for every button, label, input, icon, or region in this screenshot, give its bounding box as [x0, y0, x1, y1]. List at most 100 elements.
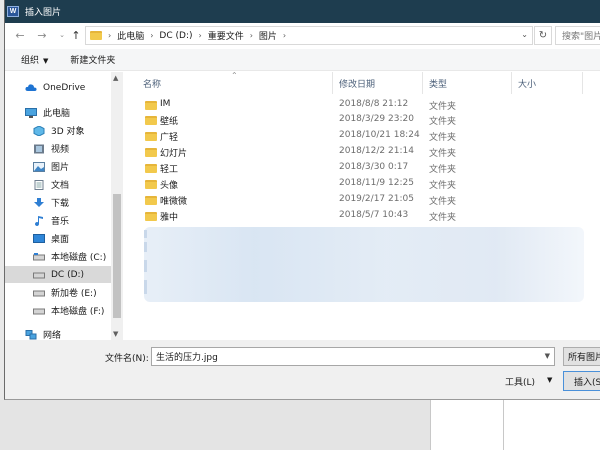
organize-label: 组织 — [21, 56, 40, 66]
nav-item-label: DC (D:) — [51, 269, 85, 280]
insert-button[interactable]: 插入(S) — [563, 371, 600, 391]
file-type: 文件夹 — [429, 117, 457, 127]
folder-icon — [145, 116, 157, 125]
table-row[interactable]: 壁纸 2018/3/29 23:20 文件夹 — [126, 113, 600, 128]
file-date: 2018/3/29 23:20 — [339, 114, 414, 124]
nav-item-label: 此电脑 — [43, 109, 71, 119]
nav-item-this-pc[interactable]: 此电脑 — [5, 104, 111, 121]
background-app-area — [0, 400, 430, 450]
breadcrumb-separator-icon[interactable]: › — [198, 31, 201, 40]
chevron-down-icon[interactable]: ▼ — [545, 352, 550, 360]
nav-item-label: 本地磁盘 (C:) — [51, 253, 107, 263]
breadcrumb-separator-icon[interactable]: › — [283, 31, 286, 40]
nav-item-downloads[interactable]: 下载 — [5, 194, 111, 211]
nav-item-desktop[interactable]: 桌面 — [5, 230, 111, 247]
breadcrumb-pictures[interactable]: 图片 — [259, 29, 277, 42]
navigation-row: ← → ⌄ ↑ › 此电脑 › DC (D:) › 重要文件 › 图片 › ⌄ … — [5, 23, 600, 48]
breadcrumb-separator-icon[interactable]: › — [250, 31, 253, 40]
nav-item-drive-e[interactable]: 新加卷 (E:) — [5, 284, 111, 301]
breadcrumb-separator-icon[interactable]: › — [108, 31, 111, 40]
file-type: 文件夹 — [429, 181, 457, 191]
column-size[interactable]: 大小 — [518, 77, 536, 90]
nav-pane-scrollbar[interactable]: ▲ ▼ — [111, 72, 123, 340]
sort-ascending-icon: ⌃ — [231, 71, 238, 80]
nav-item-3d-objects[interactable]: 3D 对象 — [5, 122, 111, 139]
blurred-file-icon — [144, 242, 147, 252]
file-name: 头像 — [160, 181, 179, 191]
nav-item-documents[interactable]: 文档 — [5, 176, 111, 193]
nav-item-label: 桌面 — [51, 235, 70, 245]
nav-item-drive-c[interactable]: 本地磁盘 (C:) — [5, 248, 111, 265]
recent-locations-chevron-icon[interactable]: ⌄ — [55, 28, 69, 42]
nav-item-onedrive[interactable]: OneDrive — [5, 79, 111, 96]
table-row[interactable]: 头像 2018/11/9 12:25 文件夹 — [126, 177, 600, 192]
file-name: 幻灯片 — [160, 149, 188, 159]
insert-picture-dialog: W 插入图片 ← → ⌄ ↑ › 此电脑 › DC (D:) › 重要文件 › … — [4, 0, 600, 400]
breadcrumb-this-pc[interactable]: 此电脑 — [117, 29, 144, 42]
download-icon — [33, 197, 45, 208]
breadcrumb-separator-icon[interactable]: › — [150, 31, 153, 40]
up-arrow-icon[interactable]: ↑ — [69, 28, 83, 42]
column-name[interactable]: 名称 — [143, 77, 161, 90]
file-name: 雅中 — [160, 213, 179, 223]
column-divider[interactable] — [511, 72, 512, 94]
refresh-icon[interactable]: ↻ — [534, 26, 552, 45]
caret-down-icon[interactable]: ▼ — [547, 376, 552, 384]
drive-icon — [33, 288, 45, 298]
scrollbar-thumb[interactable] — [113, 194, 121, 318]
address-dropdown-icon[interactable]: ⌄ — [521, 30, 528, 39]
pictures-icon — [33, 161, 45, 172]
table-row[interactable]: 轻工 2018/3/30 0:17 文件夹 — [126, 161, 600, 176]
table-row[interactable]: IM 2018/8/8 21:12 文件夹 — [126, 98, 600, 113]
nav-item-music[interactable]: 音乐 — [5, 212, 111, 229]
file-date: 2019/2/17 21:05 — [339, 194, 414, 204]
nav-item-pictures[interactable]: 图片 — [5, 158, 111, 175]
folder-icon — [145, 180, 157, 189]
drive-icon — [33, 306, 45, 316]
word-app-icon: W — [7, 6, 19, 17]
table-row[interactable]: 幻灯片 2018/12/2 21:14 文件夹 — [126, 145, 600, 160]
forward-arrow-icon[interactable]: → — [35, 28, 49, 42]
command-toolbar: 组织 ▼ 新建文件夹 — [5, 49, 600, 71]
scroll-down-icon[interactable]: ▼ — [113, 330, 118, 338]
address-bar[interactable]: › 此电脑 › DC (D:) › 重要文件 › 图片 › ⌄ — [85, 26, 533, 45]
column-date[interactable]: 修改日期 — [339, 77, 375, 90]
column-divider[interactable] — [422, 72, 423, 94]
back-arrow-icon[interactable]: ← — [13, 28, 27, 42]
file-type: 文件夹 — [429, 102, 457, 112]
column-type[interactable]: 类型 — [429, 77, 447, 90]
table-row[interactable]: 唯微微 2019/2/17 21:05 文件夹 — [126, 193, 600, 208]
blurred-file-icon — [144, 260, 147, 272]
breadcrumb-important-files[interactable]: 重要文件 — [208, 29, 244, 42]
file-type: 文件夹 — [429, 165, 457, 175]
nav-item-label: 文档 — [51, 181, 70, 191]
breadcrumb-drive-d[interactable]: DC (D:) — [159, 31, 192, 41]
computer-icon — [25, 107, 37, 118]
file-date: 2018/11/9 12:25 — [339, 178, 414, 188]
table-row[interactable]: 雅中 2018/5/7 10:43 文件夹 — [126, 209, 600, 224]
filename-field[interactable]: 生活的压力.jpg ▼ — [151, 347, 555, 366]
nav-item-drive-d[interactable]: DC (D:) — [5, 266, 111, 283]
caret-down-icon: ▼ — [43, 57, 49, 65]
file-type-select[interactable]: 所有图片 — [563, 347, 600, 366]
nav-item-drive-f[interactable]: 本地磁盘 (F:) — [5, 302, 111, 319]
file-date: 2018/5/7 10:43 — [339, 210, 409, 220]
table-row[interactable]: 广轻 2018/10/21 18:24 文件夹 — [126, 129, 600, 144]
column-divider[interactable] — [332, 72, 333, 94]
navigation-pane: OneDrive 此电脑 3D 对象 视频 图片 文档 下载 音乐 桌面 本地磁… — [5, 72, 123, 341]
search-input[interactable]: 搜索"图片 — [555, 26, 600, 45]
music-icon — [33, 215, 45, 226]
nav-item-videos[interactable]: 视频 — [5, 140, 111, 157]
organize-button[interactable]: 组织 ▼ — [21, 53, 48, 66]
file-name: IM — [160, 99, 171, 109]
column-divider[interactable] — [582, 72, 583, 94]
nav-item-label: OneDrive — [43, 82, 86, 93]
nav-item-label: 视频 — [51, 145, 70, 155]
nav-item-label: 下载 — [51, 199, 70, 209]
folder-icon — [145, 196, 157, 205]
cube-icon — [33, 124, 45, 137]
tools-menu-button[interactable]: 工具(L) — [505, 375, 535, 388]
file-list: ⌃ 名称 修改日期 类型 大小 IM 2018/8/8 21:12 文件夹 壁纸… — [126, 71, 600, 340]
scroll-up-icon[interactable]: ▲ — [113, 74, 118, 82]
new-folder-button[interactable]: 新建文件夹 — [70, 53, 115, 66]
